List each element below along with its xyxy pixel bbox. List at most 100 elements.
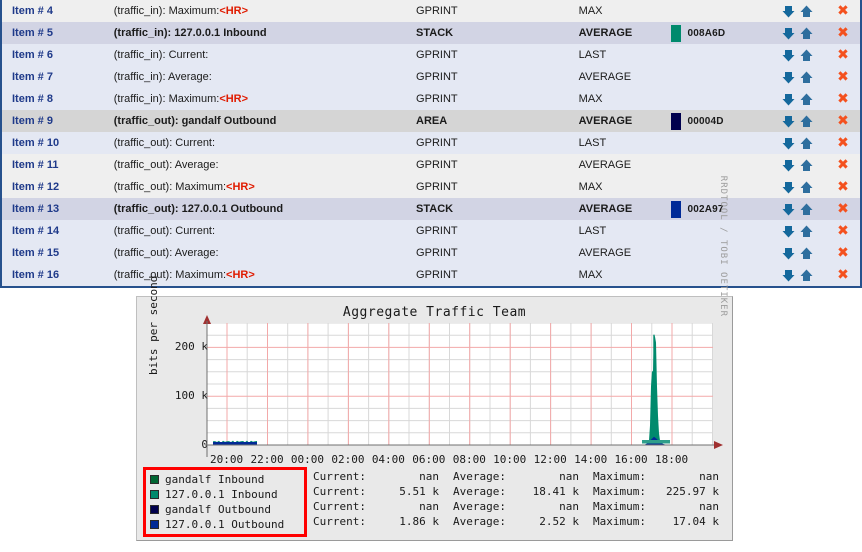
- row-description[interactable]: (traffic_in): Maximum:<HR>: [114, 5, 416, 17]
- arrow-up-icon[interactable]: [800, 93, 813, 106]
- stat-value-average: 18.41 k: [532, 485, 579, 498]
- stat-value-maximum: 17.04 k: [672, 515, 719, 528]
- row-graph-type: STACK: [416, 203, 454, 215]
- stat-label-average: Average:: [453, 485, 506, 498]
- row-graph-type: GPRINT: [416, 5, 458, 17]
- row-description[interactable]: (traffic_out): Average:: [114, 247, 416, 259]
- delete-icon[interactable]: ✖: [837, 246, 849, 260]
- arrow-down-icon[interactable]: [782, 115, 795, 128]
- delete-icon[interactable]: ✖: [837, 180, 849, 194]
- delete-icon[interactable]: ✖: [837, 70, 849, 84]
- row-description[interactable]: (traffic_out): Average:: [114, 159, 416, 171]
- row-item-label[interactable]: Item # 8: [2, 93, 114, 105]
- row-item-label[interactable]: Item # 11: [2, 159, 114, 171]
- row-description[interactable]: (traffic_out): Maximum:<HR>: [114, 181, 416, 193]
- arrow-down-icon[interactable]: [782, 49, 795, 62]
- color-swatch: [671, 24, 682, 42]
- hr-tag-marker: <HR>: [226, 181, 255, 193]
- row-description[interactable]: (traffic_in): Maximum:<HR>: [114, 93, 416, 105]
- chart-title: Aggregate Traffic Team: [342, 305, 527, 320]
- arrow-down-icon[interactable]: [782, 159, 795, 172]
- arrow-up-icon[interactable]: [800, 247, 813, 260]
- row-item-label[interactable]: Item # 16: [2, 269, 114, 281]
- arrow-down-icon[interactable]: [782, 247, 795, 260]
- legend-label: gandalf Outbound: [165, 503, 271, 516]
- row-consolidation-function: AVERAGE: [578, 27, 633, 39]
- arrow-down-icon[interactable]: [782, 225, 795, 238]
- row-item-label[interactable]: Item # 9: [2, 115, 114, 127]
- arrow-down-icon[interactable]: [782, 71, 795, 84]
- arrow-up-icon[interactable]: [800, 137, 813, 150]
- stat-label-average: Average:: [453, 470, 506, 483]
- legend-stat-row: Current: nan Average: nan Maximum: nan: [313, 469, 733, 484]
- row-item-label[interactable]: Item # 5: [2, 27, 114, 39]
- table-row: Item # 11 (traffic_out): Average: GPRINT AV…: [2, 154, 860, 176]
- delete-icon[interactable]: ✖: [837, 202, 849, 216]
- delete-icon[interactable]: ✖: [837, 224, 849, 238]
- row-item-label[interactable]: Item # 10: [2, 137, 114, 149]
- row-graph-type: GPRINT: [416, 247, 458, 259]
- arrow-down-icon[interactable]: [782, 27, 795, 40]
- row-item-label[interactable]: Item # 15: [2, 247, 114, 259]
- chart-series-group: [213, 334, 670, 445]
- arrow-up-icon[interactable]: [800, 225, 813, 238]
- table-row: Item # 16 (traffic_out): Maximum:<HR> GPRI…: [2, 264, 860, 286]
- delete-icon[interactable]: ✖: [837, 4, 849, 18]
- legend-label: 127.0.0.1 Inbound: [165, 488, 278, 501]
- row-description[interactable]: (traffic_out): Current:: [114, 225, 416, 237]
- arrow-up-icon[interactable]: [800, 203, 813, 216]
- delete-icon[interactable]: ✖: [837, 268, 849, 282]
- table-row: Item # 4 (traffic_in): Maximum:<HR> GPRINT…: [2, 0, 860, 22]
- row-description[interactable]: (traffic_out): gandalf Outbound: [114, 115, 416, 127]
- table-row: Item # 15 (traffic_out): Average: GPRINT AV…: [2, 242, 860, 264]
- stat-label-current: Current:: [313, 500, 366, 513]
- stat-label-maximum: Maximum:: [593, 515, 646, 528]
- row-consolidation-function: AVERAGE: [578, 247, 632, 259]
- delete-icon[interactable]: ✖: [837, 114, 849, 128]
- delete-icon[interactable]: ✖: [837, 136, 849, 150]
- rrdtool-watermark: RRDTOOL / TOBI OETIKER: [718, 175, 728, 317]
- row-item-label[interactable]: Item # 6: [2, 49, 114, 61]
- arrow-down-icon[interactable]: [782, 137, 795, 150]
- delete-icon[interactable]: ✖: [837, 48, 849, 62]
- delete-icon[interactable]: ✖: [837, 158, 849, 172]
- row-graph-type: GPRINT: [416, 93, 458, 105]
- row-graph-type: GPRINT: [416, 71, 458, 83]
- arrow-down-icon[interactable]: [782, 5, 795, 18]
- arrow-up-icon[interactable]: [800, 159, 813, 172]
- arrow-down-icon[interactable]: [782, 203, 795, 216]
- row-consolidation-function: MAX: [578, 181, 603, 193]
- row-description[interactable]: (traffic_in): Current:: [114, 49, 416, 61]
- row-graph-type: GPRINT: [416, 181, 458, 193]
- arrow-down-icon[interactable]: [782, 269, 795, 282]
- arrow-up-icon[interactable]: [800, 181, 813, 194]
- row-item-label[interactable]: Item # 14: [2, 225, 114, 237]
- delete-icon[interactable]: ✖: [837, 92, 849, 106]
- row-description[interactable]: (traffic_out): Current:: [114, 137, 416, 149]
- row-item-label[interactable]: Item # 7: [2, 71, 114, 83]
- arrow-up-icon[interactable]: [800, 71, 813, 84]
- arrow-down-icon[interactable]: [782, 181, 795, 194]
- arrow-up-icon[interactable]: [800, 115, 813, 128]
- arrow-up-icon[interactable]: [800, 49, 813, 62]
- row-move-controls: [768, 159, 826, 172]
- delete-icon[interactable]: ✖: [837, 26, 849, 40]
- row-item-label[interactable]: Item # 13: [2, 203, 114, 215]
- row-description[interactable]: (traffic_in): Average:: [114, 71, 416, 83]
- legend-stat-row: Current: 1.86 k Average: 2.52 k Maximum: 17.0…: [313, 514, 733, 529]
- arrow-up-icon[interactable]: [800, 269, 813, 282]
- hr-tag-marker: <HR>: [219, 5, 249, 17]
- row-move-controls: [768, 181, 826, 194]
- row-consolidation-function: MAX: [578, 93, 603, 105]
- arrow-up-icon[interactable]: [800, 27, 813, 40]
- row-move-controls: [768, 27, 826, 40]
- arrow-down-icon[interactable]: [782, 93, 795, 106]
- row-item-label[interactable]: Item # 12: [2, 181, 114, 193]
- legend-color-swatch: [150, 475, 159, 484]
- row-consolidation-function: MAX: [578, 269, 603, 281]
- row-description[interactable]: (traffic_in): 127.0.0.1 Inbound: [114, 27, 416, 39]
- arrow-up-icon[interactable]: [800, 5, 813, 18]
- row-description[interactable]: (traffic_out): 127.0.0.1 Outbound: [114, 203, 416, 215]
- row-delete-cell: ✖: [826, 114, 860, 128]
- row-item-label[interactable]: Item # 4: [2, 5, 114, 17]
